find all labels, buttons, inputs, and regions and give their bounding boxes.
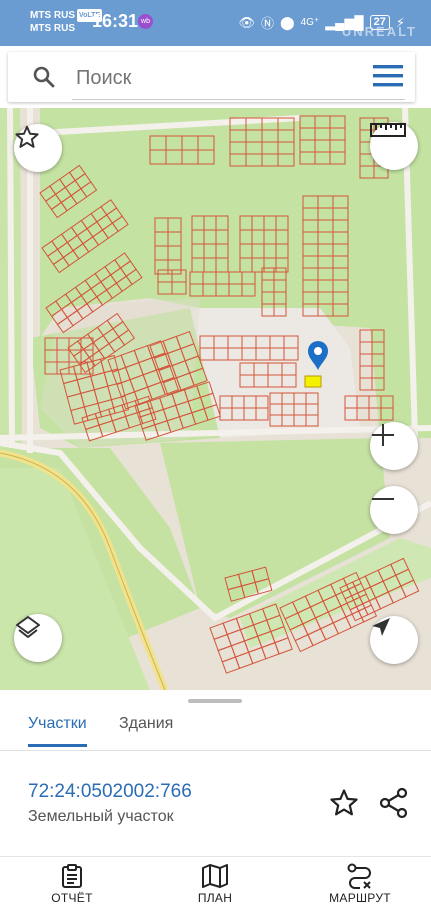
menu-icon[interactable] (373, 65, 403, 87)
navigation-arrow-icon (372, 618, 390, 636)
clipboard-icon (62, 864, 82, 888)
status-bar: MTS RUS VoLTE MTS RUS 16:31 wb 👁 Ⓝ ⬤ 4G⁺ … (0, 0, 431, 46)
layers-icon (16, 616, 40, 638)
share-icon[interactable] (378, 787, 410, 819)
layers-button[interactable] (14, 614, 62, 662)
map-view[interactable] (0, 108, 431, 690)
nav-report-label: ОТЧЁТ (51, 891, 93, 905)
tab-buildings[interactable]: Здания (119, 710, 173, 744)
nav-plan-label: ПЛАН (197, 891, 233, 905)
cadastral-number[interactable]: 72:24:0502002:766 (28, 781, 192, 803)
nav-report[interactable]: ОТЧЁТ (22, 857, 122, 911)
watermark: UNREALT (341, 24, 417, 39)
route-icon (347, 863, 371, 889)
nav-route[interactable]: МАРШРУТ (310, 857, 410, 911)
nfc-icon: Ⓝ (260, 16, 274, 31)
tab-parcels[interactable]: Участки (28, 710, 87, 747)
bottom-nav: ОТЧЁТ ПЛАН МАРШРУТ (0, 856, 431, 911)
plus-icon (372, 424, 394, 446)
app-badge-icon: wb (138, 14, 153, 29)
ruler-button[interactable] (370, 122, 418, 170)
ruler-icon (370, 123, 406, 137)
network-type: 4G⁺ (300, 17, 320, 28)
parcel-type: Земельный участок (28, 808, 174, 825)
map-icon (202, 864, 228, 888)
eye-icon: 👁 (238, 14, 255, 30)
search-bar[interactable] (8, 52, 415, 102)
tab-bar: Участки Здания (0, 704, 431, 751)
search-underline (72, 99, 405, 100)
map-canvas[interactable] (0, 108, 431, 690)
search-input[interactable] (74, 63, 358, 93)
star-outline-icon (15, 125, 39, 148)
selected-parcel[interactable] (304, 375, 322, 388)
star-icon[interactable] (328, 787, 360, 819)
clock: 16:31 (92, 11, 139, 31)
minus-icon (372, 498, 394, 500)
sheet-drag-handle[interactable] (188, 699, 242, 703)
nav-route-label: МАРШРУТ (329, 891, 391, 905)
favorite-map-button[interactable] (14, 124, 62, 172)
search-icon[interactable] (32, 65, 56, 89)
location-icon: ⬤ (280, 14, 295, 30)
my-location-button[interactable] (370, 616, 418, 664)
zoom-in-button[interactable] (370, 422, 418, 470)
zoom-out-button[interactable] (370, 486, 418, 534)
carrier-1: MTS RUS (30, 10, 75, 21)
nav-plan[interactable]: ПЛАН (165, 857, 265, 911)
